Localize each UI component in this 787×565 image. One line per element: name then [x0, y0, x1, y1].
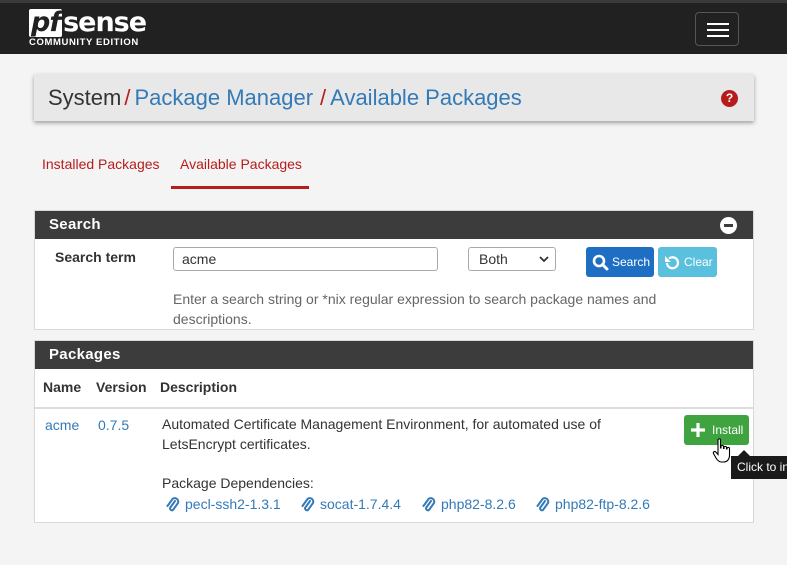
- package-dependencies-label: Package Dependencies:: [162, 475, 314, 491]
- breadcrumb-available-packages[interactable]: Available Packages: [330, 85, 522, 110]
- clear-button[interactable]: Clear: [658, 247, 717, 277]
- search-term-label: Search term: [55, 249, 136, 265]
- logo-prefix: pf: [29, 7, 63, 38]
- dependency-link[interactable]: php82-8.2.6: [422, 496, 516, 512]
- search-button[interactable]: Search: [586, 247, 654, 277]
- package-name-link[interactable]: acme: [45, 417, 79, 433]
- column-header-name: Name: [43, 379, 82, 395]
- hamburger-bar: [707, 23, 729, 25]
- active-tab-indicator: [171, 186, 309, 189]
- question-circle-icon[interactable]: ?: [721, 90, 738, 107]
- search-panel-heading: Search: [35, 211, 753, 239]
- paperclip-icon: [166, 497, 180, 512]
- tab-installed-packages[interactable]: Installed Packages: [42, 156, 160, 172]
- column-header-version: Version: [96, 379, 147, 395]
- dependency-label: socat-1.7.4.4: [320, 496, 401, 512]
- dependency-link[interactable]: pecl-ssh2-1.3.1: [166, 496, 281, 512]
- undo-icon: [665, 256, 680, 270]
- logo-edition: COMMUNITY EDITION: [29, 37, 139, 48]
- top-navbar: pf sense COMMUNITY EDITION: [0, 0, 787, 54]
- search-heading-text: Search: [49, 216, 101, 233]
- table-row: acme 0.7.5 Automated Certificate Managem…: [35, 409, 753, 522]
- packages-panel: Packages Name Version Description acme 0…: [34, 340, 754, 523]
- packages-panel-heading: Packages: [35, 341, 753, 369]
- breadcrumb-separator: /: [124, 85, 131, 110]
- paperclip-icon: [536, 497, 550, 512]
- logo-rest: sense: [63, 7, 147, 38]
- minus-circle-icon[interactable]: [720, 217, 737, 234]
- breadcrumb-panel: System / Package Manager / Available Package…: [34, 74, 754, 121]
- logo-wordmark: pf sense: [29, 7, 147, 38]
- tab-available-packages[interactable]: Available Packages: [180, 156, 302, 172]
- breadcrumb-package-manager[interactable]: Package Manager: [134, 85, 313, 110]
- dependency-label: pecl-ssh2-1.3.1: [185, 496, 281, 512]
- search-button-label: Search: [612, 255, 651, 269]
- paperclip-icon: [301, 497, 315, 512]
- hamburger-bar: [707, 29, 729, 31]
- chevron-down-icon: [539, 256, 549, 263]
- install-tooltip: Click to install: [731, 456, 787, 479]
- search-panel: Search Search term Both Search Clear Ent…: [34, 210, 754, 330]
- search-icon: [592, 254, 609, 271]
- plus-icon: [691, 423, 705, 437]
- pfsense-logo[interactable]: pf sense COMMUNITY EDITION: [29, 7, 147, 48]
- dependency-link[interactable]: php82-ftp-8.2.6: [536, 496, 650, 512]
- install-button-label: Install: [712, 423, 744, 437]
- search-scope-value: Both: [479, 251, 508, 267]
- column-header-description: Description: [160, 379, 238, 395]
- hamburger-bar: [707, 35, 729, 37]
- search-help-text: Enter a search string or *nix regular ex…: [173, 291, 657, 327]
- dependency-label: php82-ftp-8.2.6: [555, 496, 650, 512]
- paperclip-icon: [422, 497, 436, 512]
- breadcrumb: System / Package Manager / Available Package…: [48, 85, 522, 111]
- breadcrumb-system: System: [48, 85, 122, 110]
- package-version-link[interactable]: 0.7.5: [98, 417, 129, 433]
- breadcrumb-separator: /: [320, 85, 327, 110]
- search-input[interactable]: [173, 247, 438, 271]
- search-scope-select[interactable]: Both: [468, 247, 556, 271]
- dependency-link[interactable]: socat-1.7.4.4: [301, 496, 401, 512]
- package-description: Automated Certificate Management Environ…: [162, 416, 601, 452]
- menu-toggle-button[interactable]: [695, 12, 739, 46]
- dependency-label: php82-8.2.6: [441, 496, 516, 512]
- hand-pointer-icon: [712, 438, 731, 463]
- clear-button-label: Clear: [684, 255, 713, 269]
